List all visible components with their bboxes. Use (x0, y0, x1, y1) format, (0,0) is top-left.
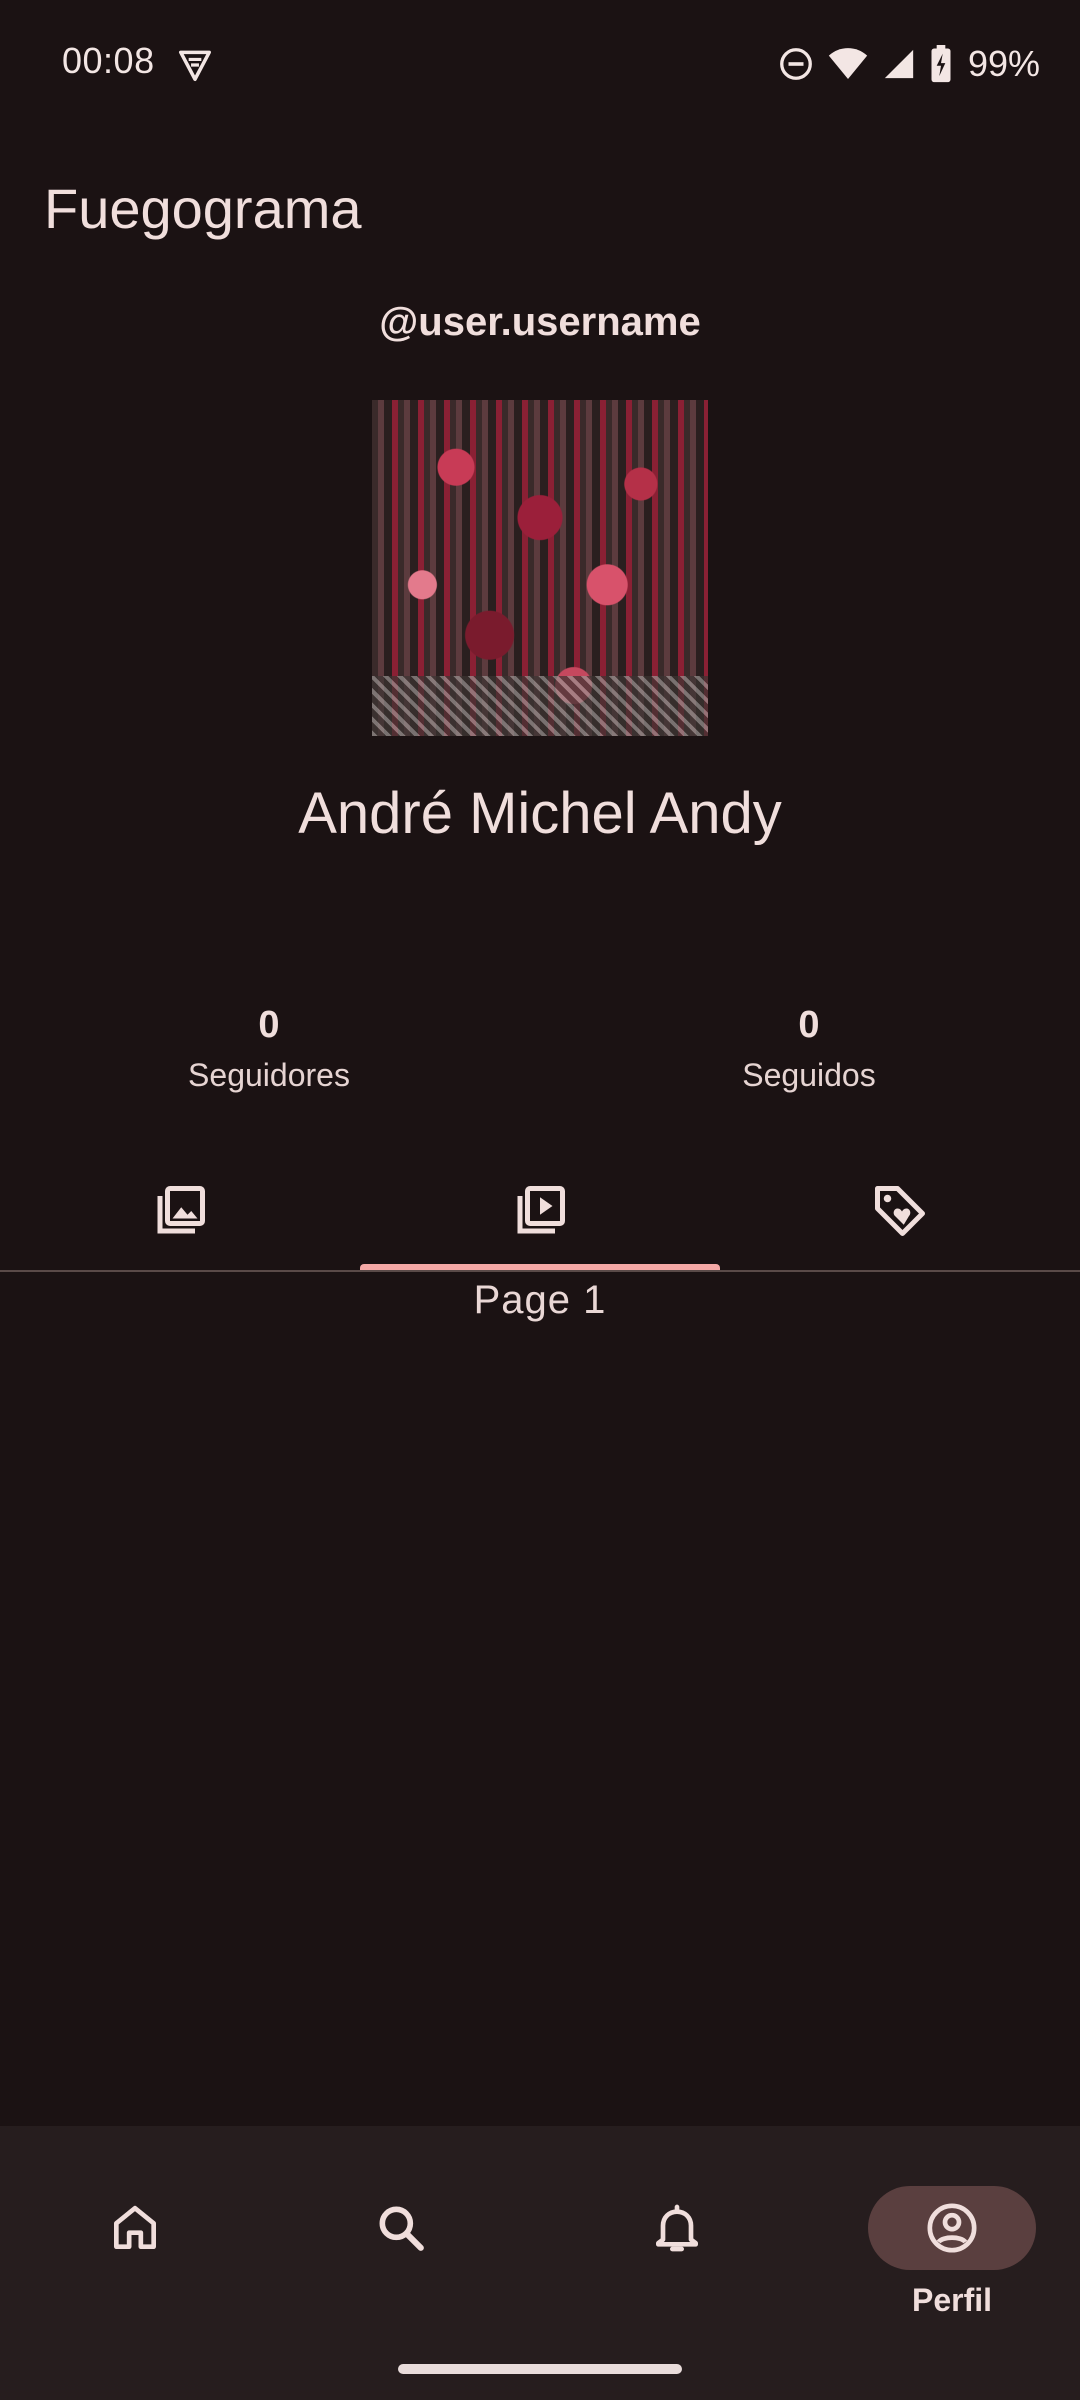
nav-pill-notifications (593, 2186, 761, 2270)
nav-pill-home (51, 2186, 219, 2270)
display-name: André Michel Andy (298, 781, 782, 846)
nav-pill-profile (868, 2186, 1036, 2270)
tab-videos[interactable] (360, 1150, 720, 1272)
status-icons: 99% (778, 40, 1040, 88)
nav-item-search[interactable] (266, 2156, 536, 2356)
app-title: Fuegograma (44, 177, 362, 240)
status-bar: 00:08 99% (0, 0, 1080, 128)
tab-photos[interactable] (0, 1150, 360, 1272)
username: @user.username (379, 300, 701, 344)
nav-item-home[interactable] (0, 2156, 270, 2356)
nav-item-notifications[interactable] (542, 2156, 812, 2356)
vpn-icon (179, 50, 211, 81)
status-time: 00:08 (62, 40, 155, 81)
profile-screen: 00:08 99% Fuegograma @user.username Andr… (0, 0, 1080, 2400)
following-count: 0 (798, 1004, 820, 1046)
followers-label: Seguidores (188, 1057, 350, 1093)
profile-avatar[interactable] (372, 400, 708, 736)
following-label: Seguidos (742, 1057, 876, 1093)
nav-pill-search (317, 2186, 485, 2270)
tab-tagged[interactable] (720, 1150, 1080, 1272)
followers-stat[interactable]: 0 Seguidores (119, 1004, 419, 1094)
followers-count: 0 (258, 1004, 280, 1046)
battery-percent: 99% (967, 43, 1040, 84)
bottom-navigation: Perfil (0, 2126, 1080, 2400)
tagged-icon (875, 1186, 925, 1236)
home-icon (114, 2205, 157, 2249)
profile-icon (927, 2203, 977, 2253)
wifi-icon (828, 48, 868, 79)
tabs-divider (0, 1270, 1080, 1272)
cell-signal-icon (884, 49, 914, 79)
videos-icon (517, 1186, 565, 1234)
page-label: Page 1 (473, 1278, 607, 1322)
following-stat[interactable]: 0 Seguidos (659, 1004, 959, 1094)
profile-tabs (0, 1150, 1080, 1272)
notifications-icon (656, 2204, 698, 2252)
search-icon (379, 2206, 424, 2251)
gesture-home-indicator[interactable] (398, 2364, 682, 2374)
nav-item-profile[interactable]: Perfil (817, 2156, 1080, 2356)
battery-charging-icon (931, 45, 951, 83)
photos-icon (157, 1186, 205, 1234)
nav-label-profile: Perfil (911, 2282, 993, 2318)
do-not-disturb-icon (780, 48, 812, 80)
